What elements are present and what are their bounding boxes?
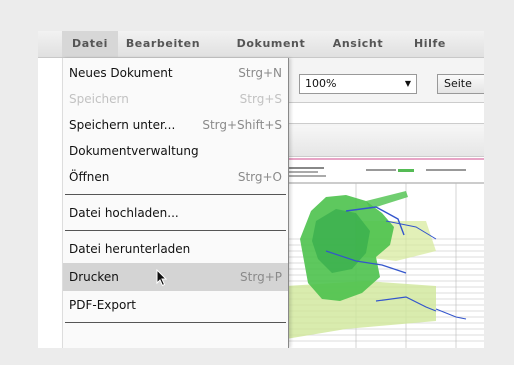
menu-item-neues-dokument[interactable]: Neues Dokument Strg+N	[63, 60, 288, 86]
menu-item-pdf-export[interactable]: PDF-Export	[63, 292, 288, 318]
document-accent-line	[286, 158, 484, 160]
menu-item-datei-herunterladen[interactable]: Datei herunterladen	[63, 236, 288, 262]
toolbar-input-row[interactable]	[286, 102, 484, 124]
toolbar: 100% ▼ Seite	[286, 58, 484, 126]
menu-item-label: Neues Dokument	[69, 66, 173, 80]
file-menu-dropdown: Neues Dokument Strg+N Speichern Strg+S S…	[62, 58, 289, 348]
document-chart-image	[286, 161, 484, 348]
document-preview	[286, 161, 484, 348]
menu-item-label: Datei hochladen...	[69, 206, 179, 220]
menu-item-shortcut: Strg+O	[237, 170, 282, 184]
menu-item-drucken[interactable]: Drucken Strg+P	[63, 263, 288, 291]
menu-item-label: Öffnen	[69, 170, 110, 184]
menu-item-shortcut: Strg+N	[238, 66, 282, 80]
zoom-select[interactable]: 100% ▼	[299, 74, 417, 94]
document-header-band	[286, 126, 484, 157]
menu-dokument[interactable]: Dokument	[228, 31, 314, 57]
dropdown-arrow-icon: ▼	[404, 79, 411, 88]
menu-bar: Datei Bearbeiten Dokument Ansicht Hilfe	[38, 31, 484, 58]
menu-separator	[65, 230, 286, 231]
mouse-pointer-icon	[156, 268, 168, 290]
menu-item-shortcut: Strg+P	[240, 270, 282, 284]
menu-item-datei-hochladen[interactable]: Datei hochladen...	[63, 200, 288, 226]
menu-separator	[65, 322, 286, 323]
zoom-value: 100%	[305, 77, 337, 90]
menu-item-speichern[interactable]: Speichern Strg+S	[63, 86, 288, 112]
menu-item-dokumentverwaltung[interactable]: Dokumentverwaltung	[63, 138, 288, 164]
menu-item-label: PDF-Export	[69, 298, 136, 312]
menu-ansicht[interactable]: Ansicht	[328, 31, 388, 57]
menu-item-label: Drucken	[69, 270, 119, 284]
menu-item-shortcut: Strg+Shift+S	[202, 118, 282, 132]
menu-item-label: Speichern	[69, 92, 129, 106]
menu-item-label: Datei herunterladen	[69, 242, 191, 256]
page-button[interactable]: Seite	[437, 74, 484, 94]
menu-datei[interactable]: Datei	[62, 31, 118, 57]
menu-bearbeiten[interactable]: Bearbeiten	[120, 31, 206, 57]
menu-item-label: Speichern unter...	[69, 118, 176, 132]
menu-item-speichern-unter[interactable]: Speichern unter... Strg+Shift+S	[63, 112, 288, 138]
menu-item-oeffnen[interactable]: Öffnen Strg+O	[63, 164, 288, 190]
menu-separator	[65, 194, 286, 195]
menu-hilfe[interactable]: Hilfe	[408, 31, 452, 57]
menu-item-label: Dokumentverwaltung	[69, 144, 199, 158]
menu-item-shortcut: Strg+S	[239, 92, 282, 106]
application-window: Datei Bearbeiten Dokument Ansicht Hilfe …	[38, 31, 484, 348]
